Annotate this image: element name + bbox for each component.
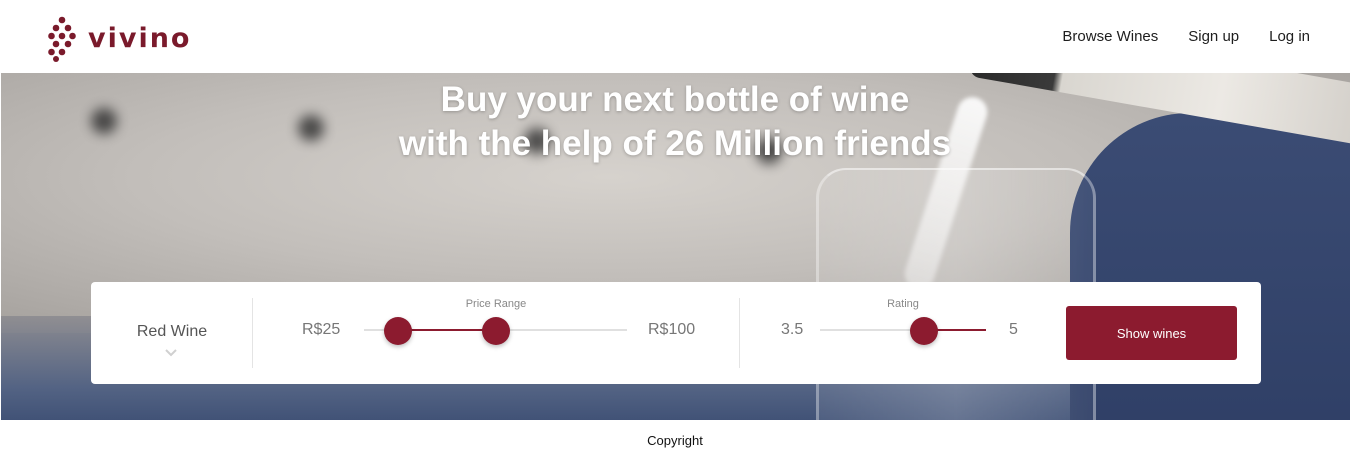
rating-max-value: 5: [1009, 321, 1018, 338]
price-min-value: R$25: [302, 321, 341, 338]
rating-min-value: 3.5: [781, 321, 804, 338]
rating-label: Rating: [887, 298, 919, 310]
filter-divider: [739, 298, 740, 368]
main-nav: Browse Wines Sign up Log in: [1032, 0, 1310, 73]
nav-browse-wines[interactable]: Browse Wines: [1062, 28, 1158, 45]
price-max-value: R$100: [648, 321, 696, 338]
show-wines-button[interactable]: Show wines: [1066, 306, 1237, 360]
hero-headline: Buy your next bottle of wine with the he…: [0, 78, 1350, 166]
price-range-label: Price Range: [465, 298, 527, 310]
wine-type-select[interactable]: Red Wine: [91, 282, 253, 384]
logo-wordmark: vivino: [88, 23, 192, 54]
hero-headline-line1: Buy your next bottle of wine: [440, 80, 910, 119]
hero-headline-line2: with the help of 26 Million friends: [398, 124, 952, 163]
top-navbar: vivino Browse Wines Sign up Log in: [0, 0, 1350, 73]
nav-sign-up[interactable]: Sign up: [1188, 28, 1239, 45]
vivino-logo[interactable]: vivino: [48, 16, 191, 62]
price-max-handle[interactable]: [482, 317, 510, 345]
chevron-down-icon: [165, 349, 177, 357]
nav-log-in[interactable]: Log in: [1269, 28, 1310, 45]
wine-filter-card: Red Wine Price Range R$25 R$100 Rating 3…: [91, 282, 1261, 384]
footer-copyright: Copyright: [647, 433, 703, 448]
price-min-handle[interactable]: [384, 317, 412, 345]
rating-handle[interactable]: [910, 317, 938, 345]
grape-logo-icon: [48, 16, 76, 62]
filter-divider: [252, 298, 253, 368]
wine-type-value: Red Wine: [136, 323, 208, 340]
